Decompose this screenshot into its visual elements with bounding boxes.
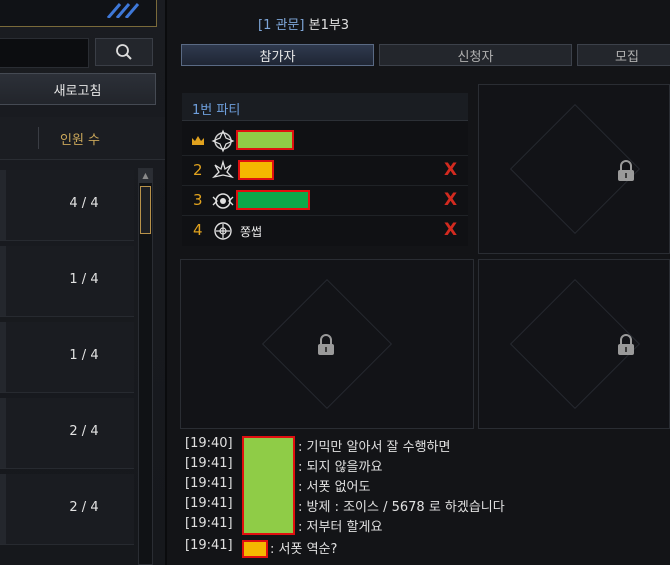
crown-icon: [192, 136, 204, 145]
gate-tag: [1 관문]: [258, 18, 305, 33]
chat-message: : 되지 않을까요: [298, 460, 383, 475]
member-count: 1 / 4: [69, 348, 99, 363]
chat-line: [19:41] : 방제 : 조이스 / 5678 로 하겠습니다: [185, 496, 505, 516]
kick-button[interactable]: X: [444, 190, 457, 210]
redacted-name: [236, 130, 294, 150]
party-member-row[interactable]: 3 X: [182, 186, 468, 216]
scroll-up-arrow-icon[interactable]: ▲: [139, 169, 152, 183]
party-1-title: 1번 파티: [182, 93, 468, 121]
chat-timestamp: [19:41]: [185, 476, 233, 491]
tab-applicants[interactable]: 신청자: [379, 44, 572, 66]
redacted-name: [238, 160, 274, 180]
member-count: 1 / 4: [69, 272, 99, 287]
row-edge: [0, 246, 6, 316]
party-list-panel: 새로고침 인원 수 4 / 4 1 / 4 1 / 4 2 / 4 2 / 4 …: [0, 0, 165, 565]
tab-participants[interactable]: 참가자: [181, 44, 374, 66]
party-title: [1 관문] 본1부3: [258, 14, 349, 33]
search-input[interactable]: [0, 38, 89, 68]
column-separator: [38, 127, 39, 149]
member-count-column-header[interactable]: 인원 수: [60, 129, 100, 148]
chat-line: [19:41] : 저부터 할게요: [185, 516, 382, 536]
chat-timestamp: [19:40]: [185, 436, 233, 451]
chat-line: [19:41] : 되지 않을까요: [185, 456, 382, 476]
party-1-box: 1번 파티 2 X 3 X 4 쫑썹 X: [182, 93, 468, 246]
slot-number: 2: [193, 161, 203, 179]
chat-message: : 저부터 할게요: [298, 520, 383, 535]
chat-message: : 기믹만 알아서 잘 수행하면: [298, 440, 451, 455]
lock-icon: [618, 160, 634, 181]
tab-recruit[interactable]: 모집: [577, 44, 670, 66]
slot-number: 3: [193, 191, 203, 209]
party-list-row[interactable]: 1 / 4: [0, 322, 134, 393]
party-list-row[interactable]: 4 / 4: [0, 170, 134, 241]
top-banner: [0, 0, 157, 27]
list-scrollbar[interactable]: ▲: [138, 168, 153, 565]
redacted-sender: [242, 436, 295, 535]
party-list-row[interactable]: 2 / 4: [0, 474, 134, 545]
chat-timestamp: [19:41]: [185, 516, 233, 531]
row-edge: [0, 170, 6, 240]
list-header: 인원 수: [0, 117, 165, 160]
chat-timestamp: [19:41]: [185, 538, 233, 553]
redacted-sender: [242, 540, 268, 558]
chat-timestamp: [19:41]: [185, 456, 233, 471]
chat-message: : 서폿 역순?: [270, 542, 338, 557]
member-count: 2 / 4: [69, 500, 99, 515]
locked-party-slot: [180, 259, 474, 429]
lock-icon: [318, 334, 334, 355]
party-member-row[interactable]: 2 X: [182, 156, 468, 186]
kick-button[interactable]: X: [444, 220, 457, 240]
member-count: 4 / 4: [69, 196, 99, 211]
class-emblem-icon: [212, 193, 234, 209]
scroll-thumb[interactable]: [140, 186, 151, 234]
chat-timestamp: [19:41]: [185, 496, 233, 511]
chat-line: [19:41] : 서폿 없어도: [185, 476, 370, 496]
class-emblem-icon: [211, 159, 235, 179]
party-name: 본1부3: [308, 18, 350, 33]
chat-message: : 서폿 없어도: [298, 480, 371, 495]
refresh-button[interactable]: 새로고침: [0, 73, 156, 105]
redacted-name: [236, 190, 310, 210]
stripes-decoration: [106, 3, 140, 18]
row-edge: [0, 398, 6, 468]
row-edge: [0, 474, 6, 544]
kick-button[interactable]: X: [444, 160, 457, 180]
search-button[interactable]: [95, 38, 153, 66]
row-edge: [0, 322, 6, 392]
search-icon: [116, 44, 132, 60]
class-emblem-icon: [214, 222, 232, 240]
chat-line: [19:41] : 서폿 역순?: [185, 538, 337, 558]
locked-party-slot: [478, 259, 670, 429]
party-member-row[interactable]: [182, 126, 468, 156]
member-count: 2 / 4: [69, 424, 99, 439]
lock-icon: [618, 334, 634, 355]
member-name: 쫑썹: [240, 225, 263, 239]
party-list-row[interactable]: 2 / 4: [0, 398, 134, 469]
chat-message: : 방제 : 조이스 / 5678 로 하겠습니다: [298, 500, 505, 515]
party-member-row[interactable]: 4 쫑썹 X: [182, 216, 468, 246]
locked-party-slot: [478, 84, 670, 254]
chat-line: [19:40] : 기믹만 알아서 잘 수행하면: [185, 436, 450, 456]
party-list-row[interactable]: 1 / 4: [0, 246, 134, 317]
slot-number: 4: [193, 221, 203, 239]
class-emblem-icon: [211, 129, 235, 153]
